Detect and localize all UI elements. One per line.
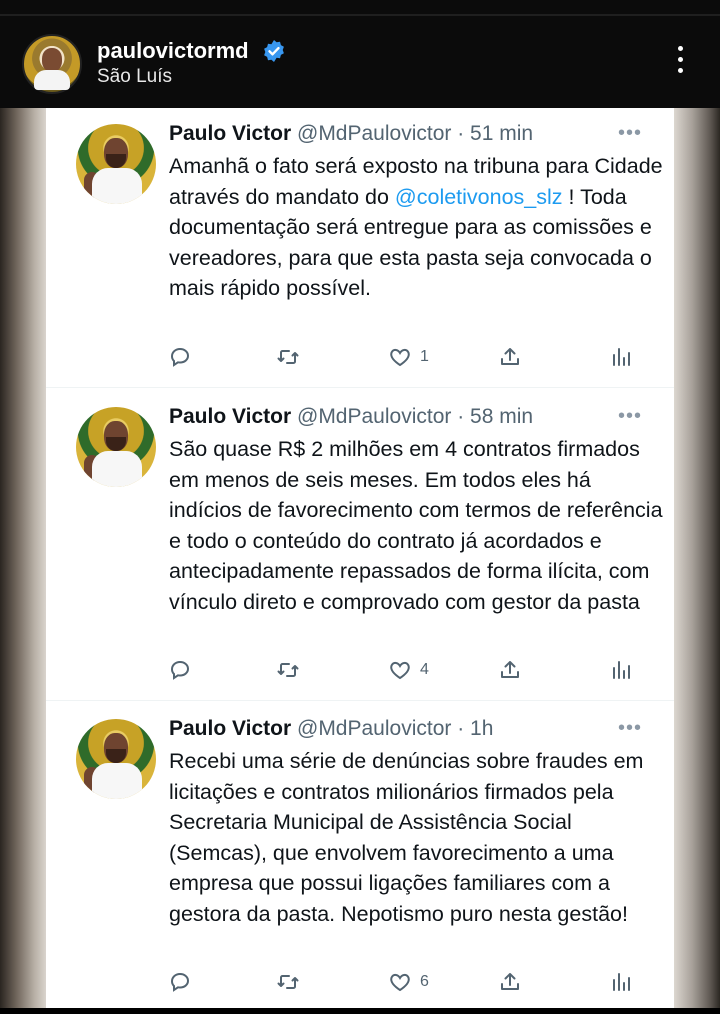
- avatar[interactable]: [76, 719, 156, 799]
- tweet-divider: [46, 700, 674, 701]
- avatar-shirt: [92, 763, 142, 799]
- profile-username[interactable]: paulovictormd: [97, 38, 249, 64]
- heart-icon: [390, 661, 410, 680]
- like-count: 4: [420, 661, 429, 678]
- verified-badge-icon: [264, 40, 284, 62]
- tweet-actions: 4: [46, 657, 674, 683]
- author-name[interactable]: Paulo Victor: [169, 717, 291, 740]
- like-count: 6: [420, 973, 429, 990]
- tweets-screenshot: Paulo Victor @MdPaulovictor · 51 min •••…: [46, 108, 674, 1008]
- retweet-icon: [277, 663, 299, 677]
- analytics-icon: [613, 973, 630, 991]
- separator: ·: [451, 405, 471, 428]
- more-vertical-icon[interactable]: [672, 46, 688, 82]
- heart-icon: [390, 348, 410, 367]
- author-handle[interactable]: @MdPaulovictor: [297, 717, 451, 740]
- blurred-background-right: [674, 108, 720, 1008]
- analytics-icon: [613, 661, 630, 679]
- tweet-header: Paulo Victor @MdPaulovictor · 51 min: [169, 122, 533, 146]
- profile-avatar[interactable]: [22, 34, 82, 94]
- retweet-icon: [277, 350, 299, 364]
- more-icon[interactable]: •••: [618, 717, 642, 740]
- analytics-button[interactable]: [610, 969, 634, 995]
- tweet-actions: 6: [46, 969, 674, 995]
- like-button[interactable]: 4: [388, 657, 429, 683]
- avatar-beard: [106, 749, 126, 763]
- reply-icon: [170, 660, 190, 680]
- avatar[interactable]: [76, 407, 156, 487]
- avatar-beard: [106, 154, 126, 168]
- tweet-header: Paulo Victor @MdPaulovictor · 58 min: [169, 405, 533, 429]
- tweet-text: Recebi uma série de denúncias sobre frau…: [169, 749, 644, 926]
- tweet-text: Amanhã o fato será exposto na tribuna pa…: [169, 151, 669, 304]
- timestamp[interactable]: 51 min: [470, 122, 533, 145]
- share-button[interactable]: [498, 344, 522, 370]
- reply-icon: [170, 972, 190, 992]
- separator: ·: [451, 717, 471, 740]
- reply-button[interactable]: [168, 657, 192, 683]
- analytics-icon: [613, 348, 630, 366]
- tweet-actions: 1: [46, 344, 674, 370]
- more-icon[interactable]: •••: [618, 122, 642, 145]
- timestamp[interactable]: 58 min: [470, 405, 533, 428]
- like-count: 1: [420, 348, 429, 365]
- instagram-header: paulovictormd São Luís: [0, 0, 720, 108]
- avatar-face: [42, 48, 62, 72]
- mention-link[interactable]: @coletivonos_slz: [395, 185, 563, 209]
- share-button[interactable]: [498, 657, 522, 683]
- profile-location[interactable]: São Luís: [97, 66, 172, 88]
- share-icon: [501, 661, 519, 678]
- status-divider: [0, 14, 720, 16]
- author-name[interactable]: Paulo Victor: [169, 122, 291, 145]
- tweet-text: São quase R$ 2 milhões em 4 contratos fi…: [169, 437, 663, 614]
- tweet-header: Paulo Victor @MdPaulovictor · 1h: [169, 717, 493, 741]
- retweet-button[interactable]: [276, 969, 300, 995]
- bottom-edge: [0, 1008, 720, 1014]
- reply-icon: [170, 347, 190, 367]
- share-button[interactable]: [498, 969, 522, 995]
- retweet-button[interactable]: [276, 344, 300, 370]
- like-button[interactable]: 6: [388, 969, 429, 995]
- author-handle[interactable]: @MdPaulovictor: [297, 122, 451, 145]
- retweet-icon: [277, 975, 299, 989]
- reply-button[interactable]: [168, 344, 192, 370]
- retweet-button[interactable]: [276, 657, 300, 683]
- author-handle[interactable]: @MdPaulovictor: [297, 405, 451, 428]
- share-icon: [501, 973, 519, 990]
- analytics-button[interactable]: [610, 344, 634, 370]
- avatar-shirt: [92, 451, 142, 487]
- tweet-divider: [46, 387, 674, 388]
- avatar-beard: [106, 437, 126, 451]
- like-button[interactable]: 1: [388, 344, 429, 370]
- author-name[interactable]: Paulo Victor: [169, 405, 291, 428]
- blurred-background-left: [0, 108, 46, 1008]
- more-icon[interactable]: •••: [618, 405, 642, 428]
- separator: ·: [451, 122, 471, 145]
- timestamp[interactable]: 1h: [470, 717, 493, 740]
- share-icon: [501, 348, 519, 365]
- reply-button[interactable]: [168, 969, 192, 995]
- avatar[interactable]: [76, 124, 156, 204]
- avatar-shirt: [92, 168, 142, 204]
- heart-icon: [390, 973, 410, 992]
- analytics-button[interactable]: [610, 657, 634, 683]
- avatar-shirt: [34, 70, 70, 90]
